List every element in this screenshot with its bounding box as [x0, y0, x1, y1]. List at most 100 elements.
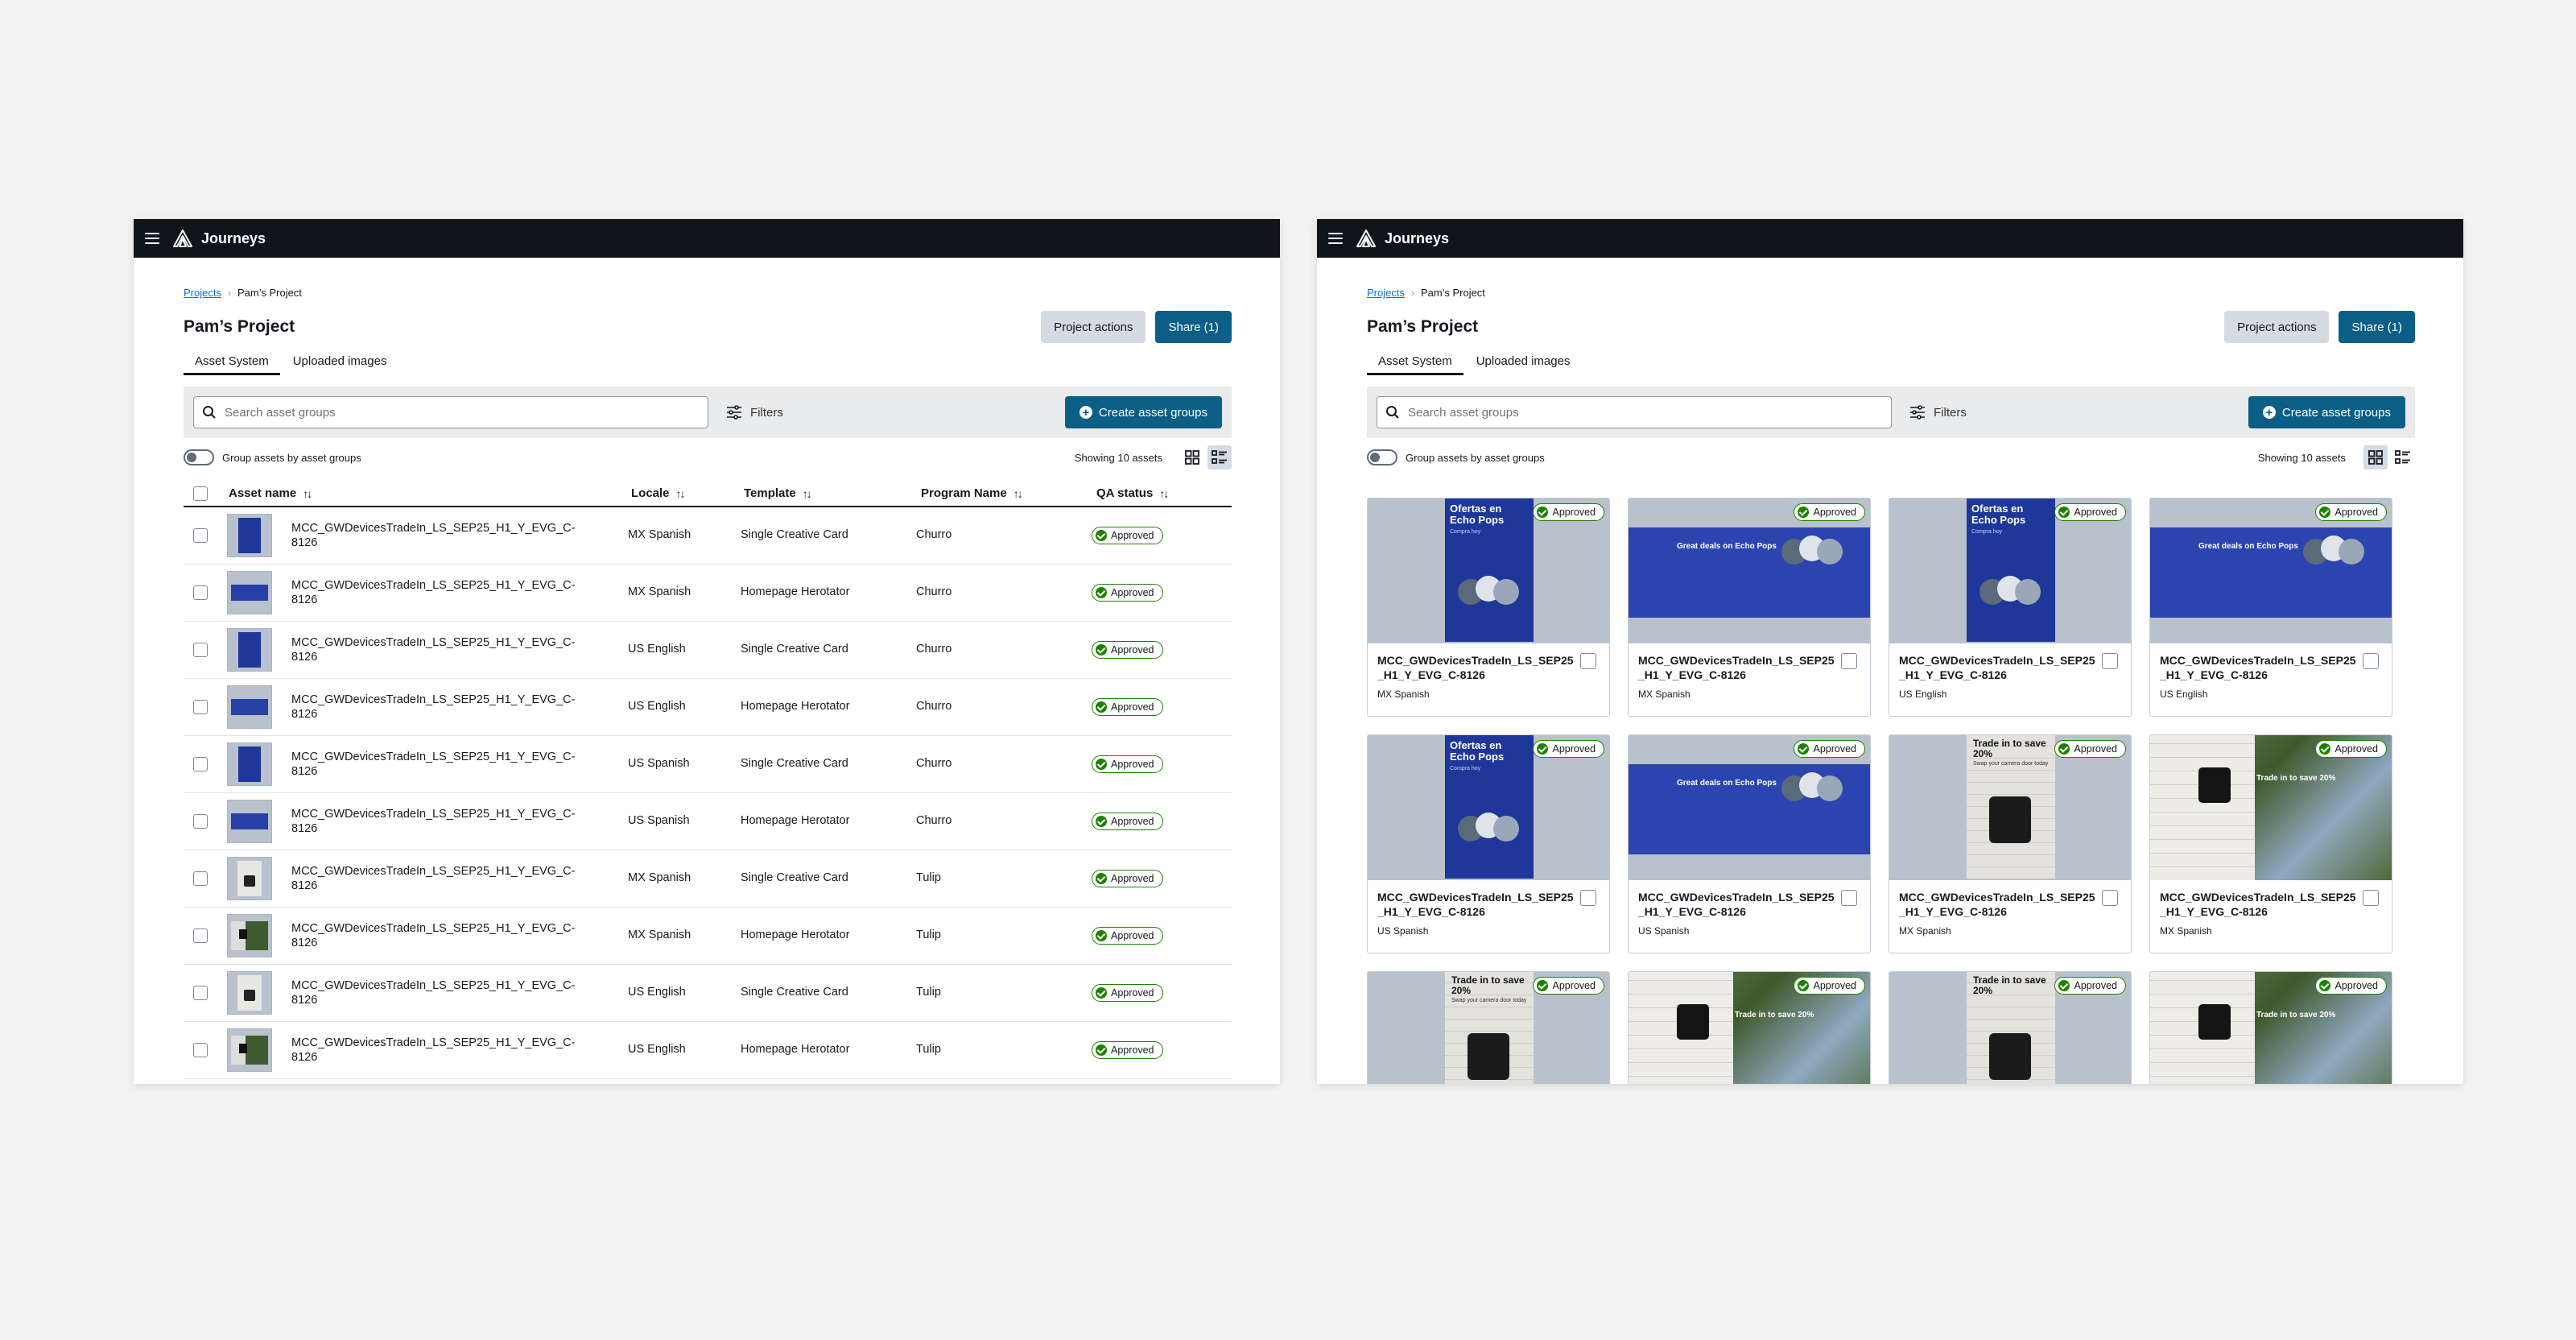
project-actions-button[interactable]: Project actions	[2224, 311, 2330, 343]
asset-name[interactable]: MCC_GWDevicesTradeIn_LS_SEP25_H1_Y_EVG_C…	[291, 750, 597, 779]
asset-name[interactable]: MCC_GWDevicesTradeIn_LS_SEP25_H1_Y_EVG_C…	[291, 921, 597, 950]
breadcrumb-projects-link[interactable]: Projects	[184, 287, 221, 299]
asset-card[interactable]: Trade in to save 20% Swap your camera doo…	[1367, 971, 1610, 1084]
share-button[interactable]: Share (1)	[1155, 311, 1232, 343]
asset-card[interactable]: Great deals on Echo Pops Approved MCC_GWDe…	[1628, 498, 1871, 717]
list-view-button[interactable]	[2391, 445, 2415, 469]
asset-thumbnail[interactable]	[227, 685, 272, 729]
row-checkbox[interactable]	[193, 871, 208, 886]
table-row[interactable]: MCC_GWDevicesTradeIn_LS_SEP25_H1_Y_EVG_C…	[184, 850, 1232, 908]
tab-asset-system[interactable]: Asset System	[1367, 351, 1463, 375]
asset-thumbnail[interactable]	[227, 857, 272, 900]
asset-name[interactable]: MCC_GWDevicesTradeIn_LS_SEP25_H1_Y_EVG_C…	[291, 978, 597, 1007]
create-asset-groups-button[interactable]: + Create asset groups	[2248, 396, 2405, 428]
tab-asset-system[interactable]: Asset System	[184, 351, 280, 375]
group-by-toggle[interactable]	[184, 449, 214, 465]
asset-thumbnail[interactable]	[227, 742, 272, 786]
column-asset-name[interactable]: Asset name ↑↓	[229, 486, 312, 500]
search-input[interactable]: Search asset groups	[193, 396, 708, 428]
card-checkbox[interactable]	[2102, 890, 2118, 906]
card-checkbox[interactable]	[2363, 890, 2379, 906]
asset-thumbnail[interactable]	[227, 514, 272, 557]
hamburger-icon[interactable]	[1328, 233, 1343, 244]
asset-card[interactable]: Great deals on Echo Pops Approved MCC_GWDe…	[1628, 734, 1871, 953]
asset-card[interactable]: Great deals on Echo Pops Approved MCC_GWDe…	[2149, 498, 2392, 717]
asset-name[interactable]: MCC_GWDevicesTradeIn_LS_SEP25_H1_Y_EVG_C…	[2160, 890, 2361, 919]
asset-thumbnail[interactable]	[227, 971, 272, 1015]
group-by-toggle[interactable]	[1367, 449, 1397, 465]
card-checkbox[interactable]	[2363, 653, 2379, 669]
asset-name[interactable]: MCC_GWDevicesTradeIn_LS_SEP25_H1_Y_EVG_C…	[291, 521, 597, 550]
table-row[interactable]: MCC_GWDevicesTradeIn_LS_SEP25_H1_Y_EVG_C…	[184, 507, 1232, 565]
card-checkbox[interactable]	[1841, 653, 1857, 669]
asset-thumbnail[interactable]	[227, 1028, 272, 1072]
select-all-checkbox[interactable]	[193, 486, 208, 501]
hamburger-icon[interactable]	[145, 233, 159, 244]
table-row[interactable]: MCC_GWDevicesTradeIn_LS_SEP25_H1_Y_EVG_C…	[184, 736, 1232, 793]
column-template[interactable]: Template ↑↓	[744, 486, 812, 500]
row-checkbox[interactable]	[193, 814, 208, 829]
search-input[interactable]: Search asset groups	[1377, 396, 1892, 428]
asset-name[interactable]: MCC_GWDevicesTradeIn_LS_SEP25_H1_Y_EVG_C…	[1377, 890, 1579, 919]
row-checkbox[interactable]	[193, 986, 208, 1000]
share-button[interactable]: Share (1)	[2339, 311, 2415, 343]
card-checkbox[interactable]	[1580, 890, 1596, 906]
table-row[interactable]: MCC_GWDevicesTradeIn_LS_SEP25_H1_Y_EVG_C…	[184, 793, 1232, 850]
grid-view-button[interactable]	[2363, 445, 2388, 469]
asset-card[interactable]: Trade in to save 20% Swap your camera doo…	[1889, 734, 2132, 953]
row-checkbox[interactable]	[193, 700, 208, 714]
row-checkbox[interactable]	[193, 1043, 208, 1057]
row-checkbox[interactable]	[193, 757, 208, 771]
grid-view-button[interactable]	[1180, 445, 1204, 469]
column-label: Program Name	[921, 486, 1007, 500]
filters-button[interactable]: Filters	[1909, 405, 1967, 420]
asset-card[interactable]: Trade in to save 20%ApprovedMCC_GWDevice…	[2149, 971, 2392, 1084]
asset-name[interactable]: MCC_GWDevicesTradeIn_LS_SEP25_H1_Y_EVG_C…	[291, 693, 597, 722]
program-cell: Tulip	[916, 1043, 941, 1056]
card-checkbox[interactable]	[2102, 653, 2118, 669]
list-view-button[interactable]	[1208, 445, 1232, 469]
table-row[interactable]: MCC_GWDevicesTradeIn_LS_SEP25_H1_Y_EVG_C…	[184, 565, 1232, 622]
asset-thumbnail[interactable]	[227, 800, 272, 843]
asset-name[interactable]: MCC_GWDevicesTradeIn_LS_SEP25_H1_Y_EVG_C…	[291, 807, 597, 836]
asset-name[interactable]: MCC_GWDevicesTradeIn_LS_SEP25_H1_Y_EVG_C…	[1899, 890, 2100, 919]
breadcrumb-projects-link[interactable]: Projects	[1367, 287, 1405, 299]
asset-name[interactable]: MCC_GWDevicesTradeIn_LS_SEP25_H1_Y_EVG_C…	[1638, 890, 1839, 919]
asset-name[interactable]: MCC_GWDevicesTradeIn_LS_SEP25_H1_Y_EVG_C…	[1638, 653, 1839, 682]
column-program-name[interactable]: Program Name ↑↓	[921, 486, 1023, 500]
create-asset-groups-button[interactable]: + Create asset groups	[1064, 396, 1222, 428]
column-qa-status[interactable]: QA status ↑↓	[1096, 486, 1169, 500]
column-locale[interactable]: Locale ↑↓	[631, 486, 686, 500]
table-row[interactable]: MCC_GWDevicesTradeIn_LS_SEP25_H1_Y_EVG_C…	[184, 679, 1232, 736]
row-checkbox[interactable]	[193, 643, 208, 657]
table-row[interactable]: MCC_GWDevicesTradeIn_LS_SEP25_H1_Y_EVG_C…	[184, 965, 1232, 1022]
asset-name[interactable]: MCC_GWDevicesTradeIn_LS_SEP25_H1_Y_EVG_C…	[1377, 653, 1579, 682]
filters-button[interactable]: Filters	[726, 405, 783, 420]
asset-card[interactable]: Trade in to save 20%ApprovedMCC_GWDevice…	[2149, 734, 2392, 953]
asset-card[interactable]: Ofertas en Echo Pops Compra hoy Approved MC…	[1367, 734, 1610, 953]
table-row[interactable]: MCC_GWDevicesTradeIn_LS_SEP25_H1_Y_EVG_C…	[184, 622, 1232, 679]
asset-name[interactable]: MCC_GWDevicesTradeIn_LS_SEP25_H1_Y_EVG_C…	[291, 578, 597, 607]
asset-thumbnail[interactable]	[227, 628, 272, 672]
table-row[interactable]: MCC_GWDevicesTradeIn_LS_SEP25_H1_Y_EVG_C…	[184, 908, 1232, 965]
project-actions-button[interactable]: Project actions	[1041, 311, 1146, 343]
asset-card[interactable]: Ofertas en Echo Pops Compra hoy Approved MC…	[1367, 498, 1610, 717]
asset-name[interactable]: MCC_GWDevicesTradeIn_LS_SEP25_H1_Y_EVG_C…	[291, 635, 597, 664]
asset-card[interactable]: Ofertas en Echo Pops Compra hoy Approved MC…	[1889, 498, 2132, 717]
card-checkbox[interactable]	[1580, 653, 1596, 669]
asset-name[interactable]: MCC_GWDevicesTradeIn_LS_SEP25_H1_Y_EVG_C…	[2160, 653, 2361, 682]
asset-name[interactable]: MCC_GWDevicesTradeIn_LS_SEP25_H1_Y_EVG_C…	[291, 1036, 597, 1065]
table-row[interactable]: MCC_GWDevicesTradeIn_LS_SEP25_H1_Y_EVG_C…	[184, 1022, 1232, 1079]
asset-thumbnail[interactable]	[227, 914, 272, 957]
asset-card[interactable]: Trade in to save 20%ApprovedMCC_GWDevice…	[1889, 971, 2132, 1084]
row-checkbox[interactable]	[193, 528, 208, 543]
asset-card[interactable]: Trade in to save 20%ApprovedMCC_GWDevice…	[1628, 971, 1871, 1084]
row-checkbox[interactable]	[193, 585, 208, 600]
asset-name[interactable]: MCC_GWDevicesTradeIn_LS_SEP25_H1_Y_EVG_C…	[291, 864, 597, 893]
card-checkbox[interactable]	[1841, 890, 1857, 906]
asset-thumbnail[interactable]	[227, 571, 272, 614]
asset-name[interactable]: MCC_GWDevicesTradeIn_LS_SEP25_H1_Y_EVG_C…	[1899, 653, 2100, 682]
tab-uploaded-images[interactable]: Uploaded images	[282, 351, 398, 375]
row-checkbox[interactable]	[193, 928, 208, 943]
tab-uploaded-images[interactable]: Uploaded images	[1465, 351, 1582, 375]
